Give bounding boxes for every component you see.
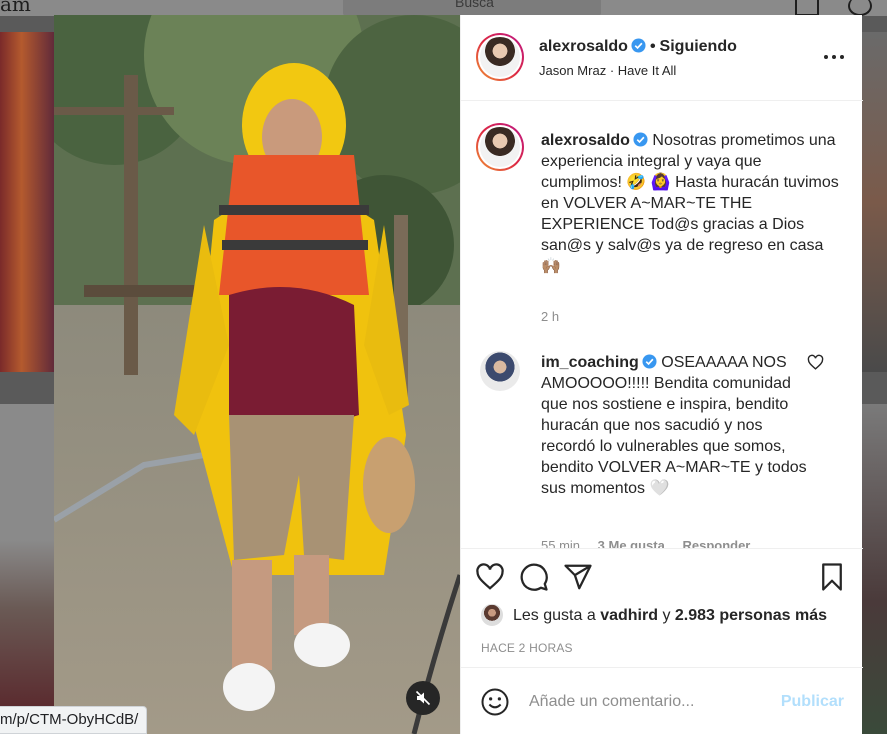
caption-body: Nosotras prometimos una experiencia inte… bbox=[541, 132, 839, 275]
following-button[interactable]: Siguiendo bbox=[660, 38, 737, 55]
likes-conj: y bbox=[662, 607, 671, 624]
add-comment-bar: Publicar bbox=[461, 667, 863, 734]
music-track: Have It All bbox=[617, 63, 677, 78]
like-heart-icon[interactable] bbox=[475, 562, 505, 592]
share-paper-plane-icon[interactable] bbox=[563, 562, 593, 592]
post-video[interactable] bbox=[54, 15, 460, 734]
audio-track[interactable]: Jason Mraz · Have It All bbox=[539, 63, 676, 78]
save-bookmark-icon[interactable] bbox=[817, 562, 847, 592]
background-post-thumbnail bbox=[862, 404, 887, 734]
background-post-thumbnail bbox=[862, 32, 887, 372]
post-actions-bar bbox=[461, 548, 863, 598]
comment-timestamp[interactable]: 55 min bbox=[541, 538, 580, 548]
music-artist: Jason Mraz bbox=[539, 63, 607, 78]
verified-badge-icon bbox=[642, 354, 657, 369]
comment-text-block: im_coaching OSEAAAAA NOS AMOOOOO!!!!! Be… bbox=[541, 352, 813, 499]
post-modal: alexrosaldo • Siguiendo Jason Mraz · Have … bbox=[54, 15, 863, 734]
likes-count[interactable]: 2.983 personas más bbox=[675, 607, 827, 624]
status-bar-url: m/p/CTM-ObyHCdB/ bbox=[0, 706, 148, 734]
comment-body: OSEAAAAA NOS AMOOOOO!!!!! Bendita comuni… bbox=[541, 354, 807, 497]
background-search: Busca bbox=[343, 0, 601, 16]
separator-dot: • bbox=[649, 38, 656, 55]
audio-muted-button[interactable] bbox=[406, 681, 440, 715]
reply-button[interactable]: Responder bbox=[682, 538, 750, 548]
author-line: alexrosaldo • Siguiendo bbox=[539, 38, 737, 56]
comment-input[interactable] bbox=[529, 688, 779, 716]
likes-prefix: Les gusta a bbox=[513, 607, 596, 624]
commenter-username[interactable]: im_coaching bbox=[541, 354, 639, 371]
home-icon bbox=[795, 0, 819, 16]
more-options-icon[interactable] bbox=[824, 53, 844, 61]
verified-badge-icon bbox=[631, 38, 646, 53]
background-post-thumbnail bbox=[0, 32, 54, 372]
post-header: alexrosaldo • Siguiendo Jason Mraz · Have … bbox=[461, 15, 863, 101]
liker-username[interactable]: vadhird bbox=[600, 607, 658, 624]
caption-timestamp[interactable]: 2 h bbox=[541, 309, 559, 324]
speaker-muted-icon bbox=[415, 690, 431, 706]
comment-like-heart-icon[interactable] bbox=[807, 354, 824, 371]
likes-summary: Les gusta a vadhird y 2.983 personas más bbox=[479, 602, 827, 628]
comment-meta: 55 min 3 Me gusta Responder bbox=[541, 538, 750, 548]
background-post-thumbnail bbox=[0, 540, 54, 710]
music-separator: · bbox=[609, 63, 615, 78]
author-avatar[interactable] bbox=[476, 33, 524, 81]
comment-bubble-icon[interactable] bbox=[519, 562, 549, 592]
post-side-panel: alexrosaldo • Siguiendo Jason Mraz · Have … bbox=[460, 15, 863, 734]
video-frame bbox=[54, 15, 460, 734]
liker-avatar[interactable] bbox=[479, 602, 505, 628]
post-timestamp[interactable]: HACE 2 HORAS bbox=[481, 641, 573, 655]
comment-likes[interactable]: 3 Me gusta bbox=[598, 538, 665, 548]
caption-username[interactable]: alexrosaldo bbox=[541, 132, 630, 149]
commenter-avatar[interactable] bbox=[480, 351, 520, 391]
emoji-smiley-icon[interactable] bbox=[480, 687, 510, 717]
author-username[interactable]: alexrosaldo bbox=[539, 38, 628, 55]
instagram-logo: am bbox=[0, 0, 31, 16]
caption-avatar[interactable] bbox=[476, 123, 524, 171]
publish-button[interactable]: Publicar bbox=[781, 693, 844, 711]
verified-badge-icon bbox=[633, 132, 648, 147]
comments-list[interactable]: alexrosaldo Nosotras prometimos una expe… bbox=[461, 102, 863, 548]
caption-text-block: alexrosaldo Nosotras prometimos una expe… bbox=[541, 130, 841, 277]
